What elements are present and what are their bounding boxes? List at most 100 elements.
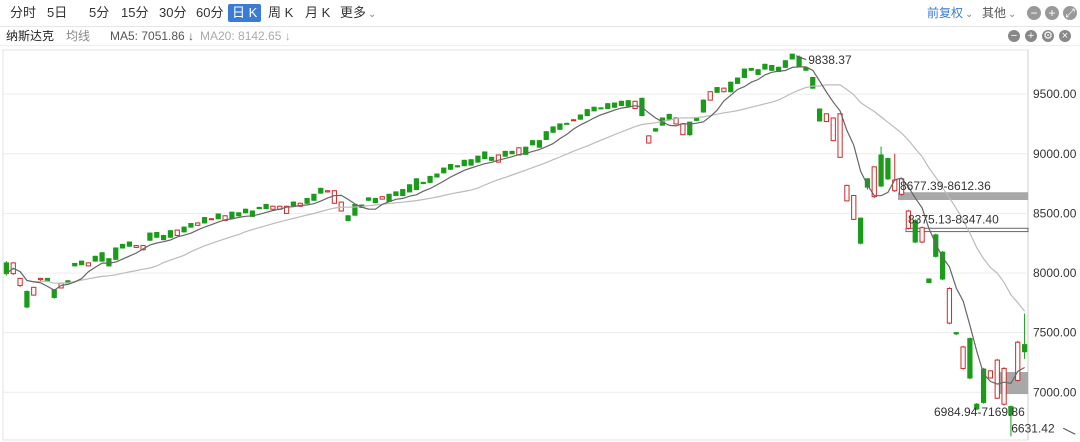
candle-body <box>857 217 864 244</box>
period-tab-week[interactable]: 周 K <box>264 4 297 22</box>
close-icon[interactable]: × <box>1059 30 1071 42</box>
candle-body <box>24 291 30 308</box>
candle-body <box>680 123 686 136</box>
candle-body <box>188 223 194 228</box>
candle-body <box>741 68 748 78</box>
candle-body <box>475 155 481 163</box>
candle-body <box>632 100 638 109</box>
other-dropdown[interactable]: 其他 ⌄ <box>982 4 1016 22</box>
y-tick-label: 7000.00 <box>1033 385 1077 399</box>
period-tab-5min[interactable]: 5分 <box>85 4 113 22</box>
candle-body <box>256 206 262 210</box>
candle-body <box>154 231 160 238</box>
minus-icon[interactable]: − <box>1008 30 1020 42</box>
candle-body <box>242 208 249 214</box>
ma-label[interactable]: 均线 <box>66 27 90 45</box>
plot-border <box>2 49 1029 441</box>
candle-body <box>707 91 713 101</box>
candle-body <box>44 277 51 282</box>
candle-body <box>160 234 167 241</box>
candle-body <box>816 108 823 122</box>
period-tab-30min[interactable]: 30分 <box>155 4 190 22</box>
candle-body <box>365 197 372 201</box>
candle-body <box>37 277 44 281</box>
fullscreen-icon[interactable]: ⤢ <box>1063 6 1077 20</box>
period-tab-15min[interactable]: 15分 <box>117 4 152 22</box>
candle-body <box>482 151 488 160</box>
candle-body <box>618 100 625 106</box>
candle-body <box>345 215 351 222</box>
y-tick-label: 8500.00 <box>1033 206 1077 220</box>
candle-body <box>208 218 215 221</box>
candle-body <box>119 243 126 249</box>
candle-body <box>509 150 515 155</box>
candle-body <box>755 69 761 75</box>
zoom-out-icon[interactable]: − <box>1027 6 1041 20</box>
candle-body <box>570 119 577 122</box>
candle-body <box>113 247 119 260</box>
candle-body <box>406 184 413 193</box>
ma5-line <box>6 66 1025 385</box>
candle-body <box>953 332 959 335</box>
moving-averages <box>6 66 1026 385</box>
candle-body <box>543 131 549 140</box>
candle-body <box>564 122 570 125</box>
candle-body <box>762 63 768 70</box>
candle-body <box>379 196 385 200</box>
period-more[interactable]: 更多 ⌄ <box>336 4 380 22</box>
candle-body <box>372 197 379 204</box>
settings-icon[interactable]: ⚙ <box>1042 30 1054 42</box>
zone-label: 6984.94-7169.86 <box>934 405 1025 419</box>
candle-body <box>987 370 994 379</box>
candle-body <box>263 203 269 210</box>
plus-icon[interactable]: + <box>1025 30 1037 42</box>
candle-body <box>311 193 317 201</box>
candle-body <box>584 109 590 117</box>
period-tab-5day[interactable]: 5日 <box>43 4 71 22</box>
candle-body <box>51 289 57 298</box>
period-tab-day[interactable]: 日 K <box>228 4 262 22</box>
candle-body <box>72 262 78 267</box>
y-tick-label: 8000.00 <box>1033 266 1077 280</box>
candle-body <box>577 114 584 120</box>
candle-body <box>837 113 843 158</box>
candle-body <box>652 128 659 132</box>
period-tab-month[interactable]: 月 K <box>301 4 334 22</box>
candle-body <box>400 189 406 197</box>
candle-body <box>769 65 775 71</box>
candle-body <box>434 173 440 178</box>
candle-body <box>318 187 324 194</box>
adjust-dropdown[interactable]: 前复权 ⌄ <box>927 4 973 22</box>
candle-body <box>502 150 508 157</box>
grid: 7000.00 7500.00 8000.00 8500.00 9000.00 9500.… <box>2 49 1077 441</box>
candle-body <box>591 106 597 112</box>
candle-body <box>830 117 836 142</box>
candle-body <box>796 56 802 68</box>
candle-body <box>550 126 556 133</box>
candle-body <box>536 140 543 148</box>
candle-body <box>427 175 433 183</box>
candle-body <box>413 178 420 191</box>
ma20-value: MA20: 8142.65 ↓ <box>200 29 291 43</box>
candle-body <box>878 154 884 187</box>
candle-body <box>147 232 153 241</box>
candle-body <box>666 113 672 120</box>
period-tab-60min[interactable]: 60分 <box>192 4 227 22</box>
zone-label: 8375.13-8347.40 <box>908 212 999 226</box>
candle-body <box>700 99 707 113</box>
candle-body <box>386 193 392 202</box>
period-tab-1min[interactable]: 分时 <box>6 4 40 22</box>
candle-body <box>174 229 180 236</box>
candle-body <box>181 226 187 233</box>
candle-body <box>92 255 98 262</box>
y-tick-label: 7500.00 <box>1033 326 1077 340</box>
zoom-in-icon[interactable]: + <box>1045 6 1059 20</box>
candle-body <box>926 278 932 284</box>
candle-body <box>331 190 338 204</box>
candle-body <box>885 158 891 180</box>
candle-body <box>488 156 495 161</box>
candle-body <box>967 338 973 379</box>
candle-body <box>1001 367 1007 405</box>
candlestick-chart[interactable]: 7000.00 7500.00 8000.00 8500.00 9000.00 9500.… <box>0 46 1080 442</box>
candle-body <box>270 205 276 210</box>
